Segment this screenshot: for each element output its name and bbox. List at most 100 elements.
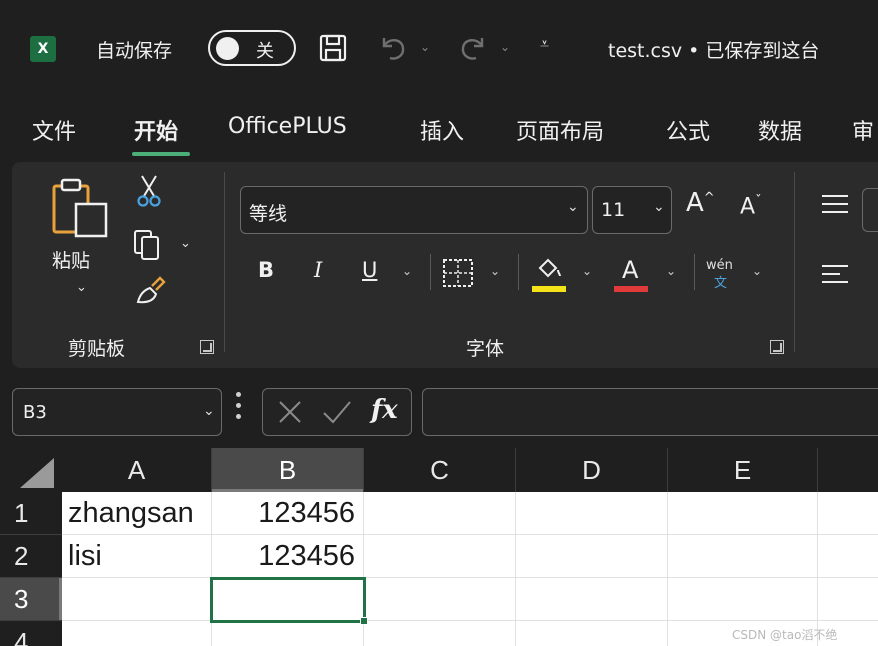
cell-c2[interactable] bbox=[364, 535, 516, 578]
cell-c1[interactable] bbox=[364, 492, 516, 535]
copy-icon[interactable] bbox=[132, 228, 162, 262]
select-all-icon bbox=[20, 458, 54, 488]
enter-check-icon[interactable] bbox=[321, 397, 353, 427]
align-top-icon[interactable] bbox=[820, 192, 850, 216]
clipboard-launcher-icon[interactable] bbox=[200, 340, 214, 354]
fill-handle[interactable] bbox=[360, 617, 368, 625]
paste-chevron-icon[interactable]: ⌄ bbox=[76, 280, 87, 295]
font-name-value: 等线 bbox=[249, 203, 288, 225]
row-header-4[interactable]: 4 bbox=[0, 621, 62, 646]
cut-icon[interactable] bbox=[134, 174, 164, 208]
borders-icon[interactable] bbox=[442, 258, 474, 288]
cell-c3[interactable] bbox=[364, 578, 516, 621]
tab-data[interactable]: 数据 bbox=[758, 114, 802, 146]
font-size-select[interactable]: 11 ⌄ bbox=[592, 186, 672, 234]
phonetic-chevron-icon[interactable]: ⌄ bbox=[752, 264, 762, 278]
cell-a2[interactable]: lisi bbox=[62, 535, 212, 578]
name-box[interactable]: B3 ⌄ bbox=[12, 388, 222, 436]
chevron-down-icon: ⌄ bbox=[567, 199, 579, 215]
column-header-c[interactable]: C bbox=[364, 448, 516, 492]
bold-button[interactable]: B bbox=[258, 258, 274, 282]
cell-a1[interactable]: zhangsan bbox=[62, 492, 212, 535]
excel-logo-icon: X bbox=[30, 36, 61, 62]
underline-chevron-icon[interactable]: ⌄ bbox=[402, 264, 412, 278]
cell-d4[interactable] bbox=[516, 621, 668, 646]
cell-b4[interactable] bbox=[212, 621, 364, 646]
active-cell-b3[interactable] bbox=[210, 577, 368, 625]
alignment-dropdown[interactable] bbox=[862, 188, 878, 232]
tab-officeplus[interactable]: OfficePLUS bbox=[228, 114, 347, 139]
divider bbox=[694, 254, 695, 290]
cell-a3[interactable] bbox=[62, 578, 212, 621]
cell-b2[interactable]: 123456 bbox=[212, 535, 364, 578]
undo-icon[interactable] bbox=[376, 30, 410, 64]
row-header-1[interactable]: 1 bbox=[0, 492, 62, 535]
redo-icon[interactable] bbox=[456, 30, 490, 64]
cell-d2[interactable] bbox=[516, 535, 668, 578]
formula-bar: B3 ⌄ fx bbox=[0, 378, 878, 448]
autosave-toggle[interactable]: 关 bbox=[208, 30, 296, 66]
tab-review[interactable]: 审 bbox=[852, 114, 874, 146]
customize-quick-access-icon[interactable]: ⩡ bbox=[540, 34, 549, 54]
chevron-down-icon: ⌄ bbox=[203, 403, 215, 419]
row-header-2[interactable]: 2 bbox=[0, 535, 62, 578]
phonetic-bottom-text: 文 bbox=[714, 276, 728, 291]
watermark: CSDN @tao滔不绝 bbox=[732, 628, 838, 642]
cell-d3[interactable] bbox=[516, 578, 668, 621]
column-header-b[interactable]: B bbox=[212, 448, 364, 492]
paste-icon[interactable] bbox=[48, 176, 112, 242]
increase-font-size-button[interactable]: A^ bbox=[686, 188, 715, 218]
paste-button-label[interactable]: 粘贴 bbox=[52, 246, 90, 273]
copy-chevron-icon[interactable]: ⌄ bbox=[180, 236, 191, 251]
cell-e2[interactable] bbox=[668, 535, 818, 578]
tab-home[interactable]: 开始 bbox=[134, 114, 178, 146]
underline-button[interactable]: U bbox=[362, 258, 377, 282]
font-color-icon[interactable]: A bbox=[614, 254, 650, 292]
column-header-e[interactable]: E bbox=[668, 448, 818, 492]
italic-button[interactable]: I bbox=[314, 258, 322, 282]
phonetic-guide-icon[interactable]: wén 文 bbox=[704, 254, 744, 291]
undo-chevron-icon[interactable]: ⌄ bbox=[420, 40, 430, 54]
fill-color-chevron-icon[interactable]: ⌄ bbox=[582, 264, 592, 278]
column-headers: A B C D E bbox=[0, 448, 878, 492]
tab-formulas[interactable]: 公式 bbox=[666, 114, 710, 146]
group-divider bbox=[224, 172, 225, 352]
spreadsheet-grid: A B C D E 1 2 3 4 zhangsan 123456 lisi 1… bbox=[0, 448, 878, 646]
decrease-font-size-button[interactable]: Aˇ bbox=[740, 194, 762, 219]
cell-f3[interactable] bbox=[818, 578, 878, 621]
tab-file[interactable]: 文件 bbox=[32, 114, 76, 146]
cell-b1[interactable]: 123456 bbox=[212, 492, 364, 535]
font-name-select[interactable]: 等线 ⌄ bbox=[240, 186, 588, 234]
formula-input[interactable] bbox=[422, 388, 878, 436]
redo-chevron-icon[interactable]: ⌄ bbox=[500, 40, 510, 54]
cell-f1[interactable] bbox=[818, 492, 878, 535]
save-icon[interactable] bbox=[318, 33, 348, 63]
phonetic-top-text: wén bbox=[706, 258, 733, 273]
borders-chevron-icon[interactable]: ⌄ bbox=[490, 264, 500, 278]
toggle-knob bbox=[216, 37, 239, 60]
cell-f2[interactable] bbox=[818, 535, 878, 578]
font-launcher-icon[interactable] bbox=[770, 340, 784, 354]
cell-e1[interactable] bbox=[668, 492, 818, 535]
align-left-icon[interactable] bbox=[820, 262, 850, 286]
tab-page-layout[interactable]: 页面布局 bbox=[516, 114, 604, 146]
cell-d1[interactable] bbox=[516, 492, 668, 535]
column-header-d[interactable]: D bbox=[516, 448, 668, 492]
title-bar: X 自动保存 关 ⌄ ⌄ ⩡ test.csv • 已保存到这台 bbox=[0, 0, 878, 100]
row-header-3[interactable]: 3 bbox=[0, 578, 62, 621]
format-painter-icon[interactable] bbox=[134, 276, 166, 306]
font-color-chevron-icon[interactable]: ⌄ bbox=[666, 264, 676, 278]
column-header-f[interactable] bbox=[818, 448, 878, 492]
select-all-button[interactable] bbox=[0, 448, 62, 492]
cell-c4[interactable] bbox=[364, 621, 516, 646]
paint-bucket-icon bbox=[538, 258, 561, 278]
fill-color-icon[interactable] bbox=[532, 254, 568, 292]
insert-function-button[interactable]: fx bbox=[371, 395, 398, 425]
column-header-a[interactable]: A bbox=[62, 448, 212, 492]
autosave-label: 自动保存 bbox=[96, 40, 173, 62]
cell-e3[interactable] bbox=[668, 578, 818, 621]
tab-insert[interactable]: 插入 bbox=[420, 114, 464, 146]
cell-a4[interactable] bbox=[62, 621, 212, 646]
cancel-icon[interactable] bbox=[275, 397, 305, 427]
more-options-icon[interactable] bbox=[236, 392, 242, 420]
